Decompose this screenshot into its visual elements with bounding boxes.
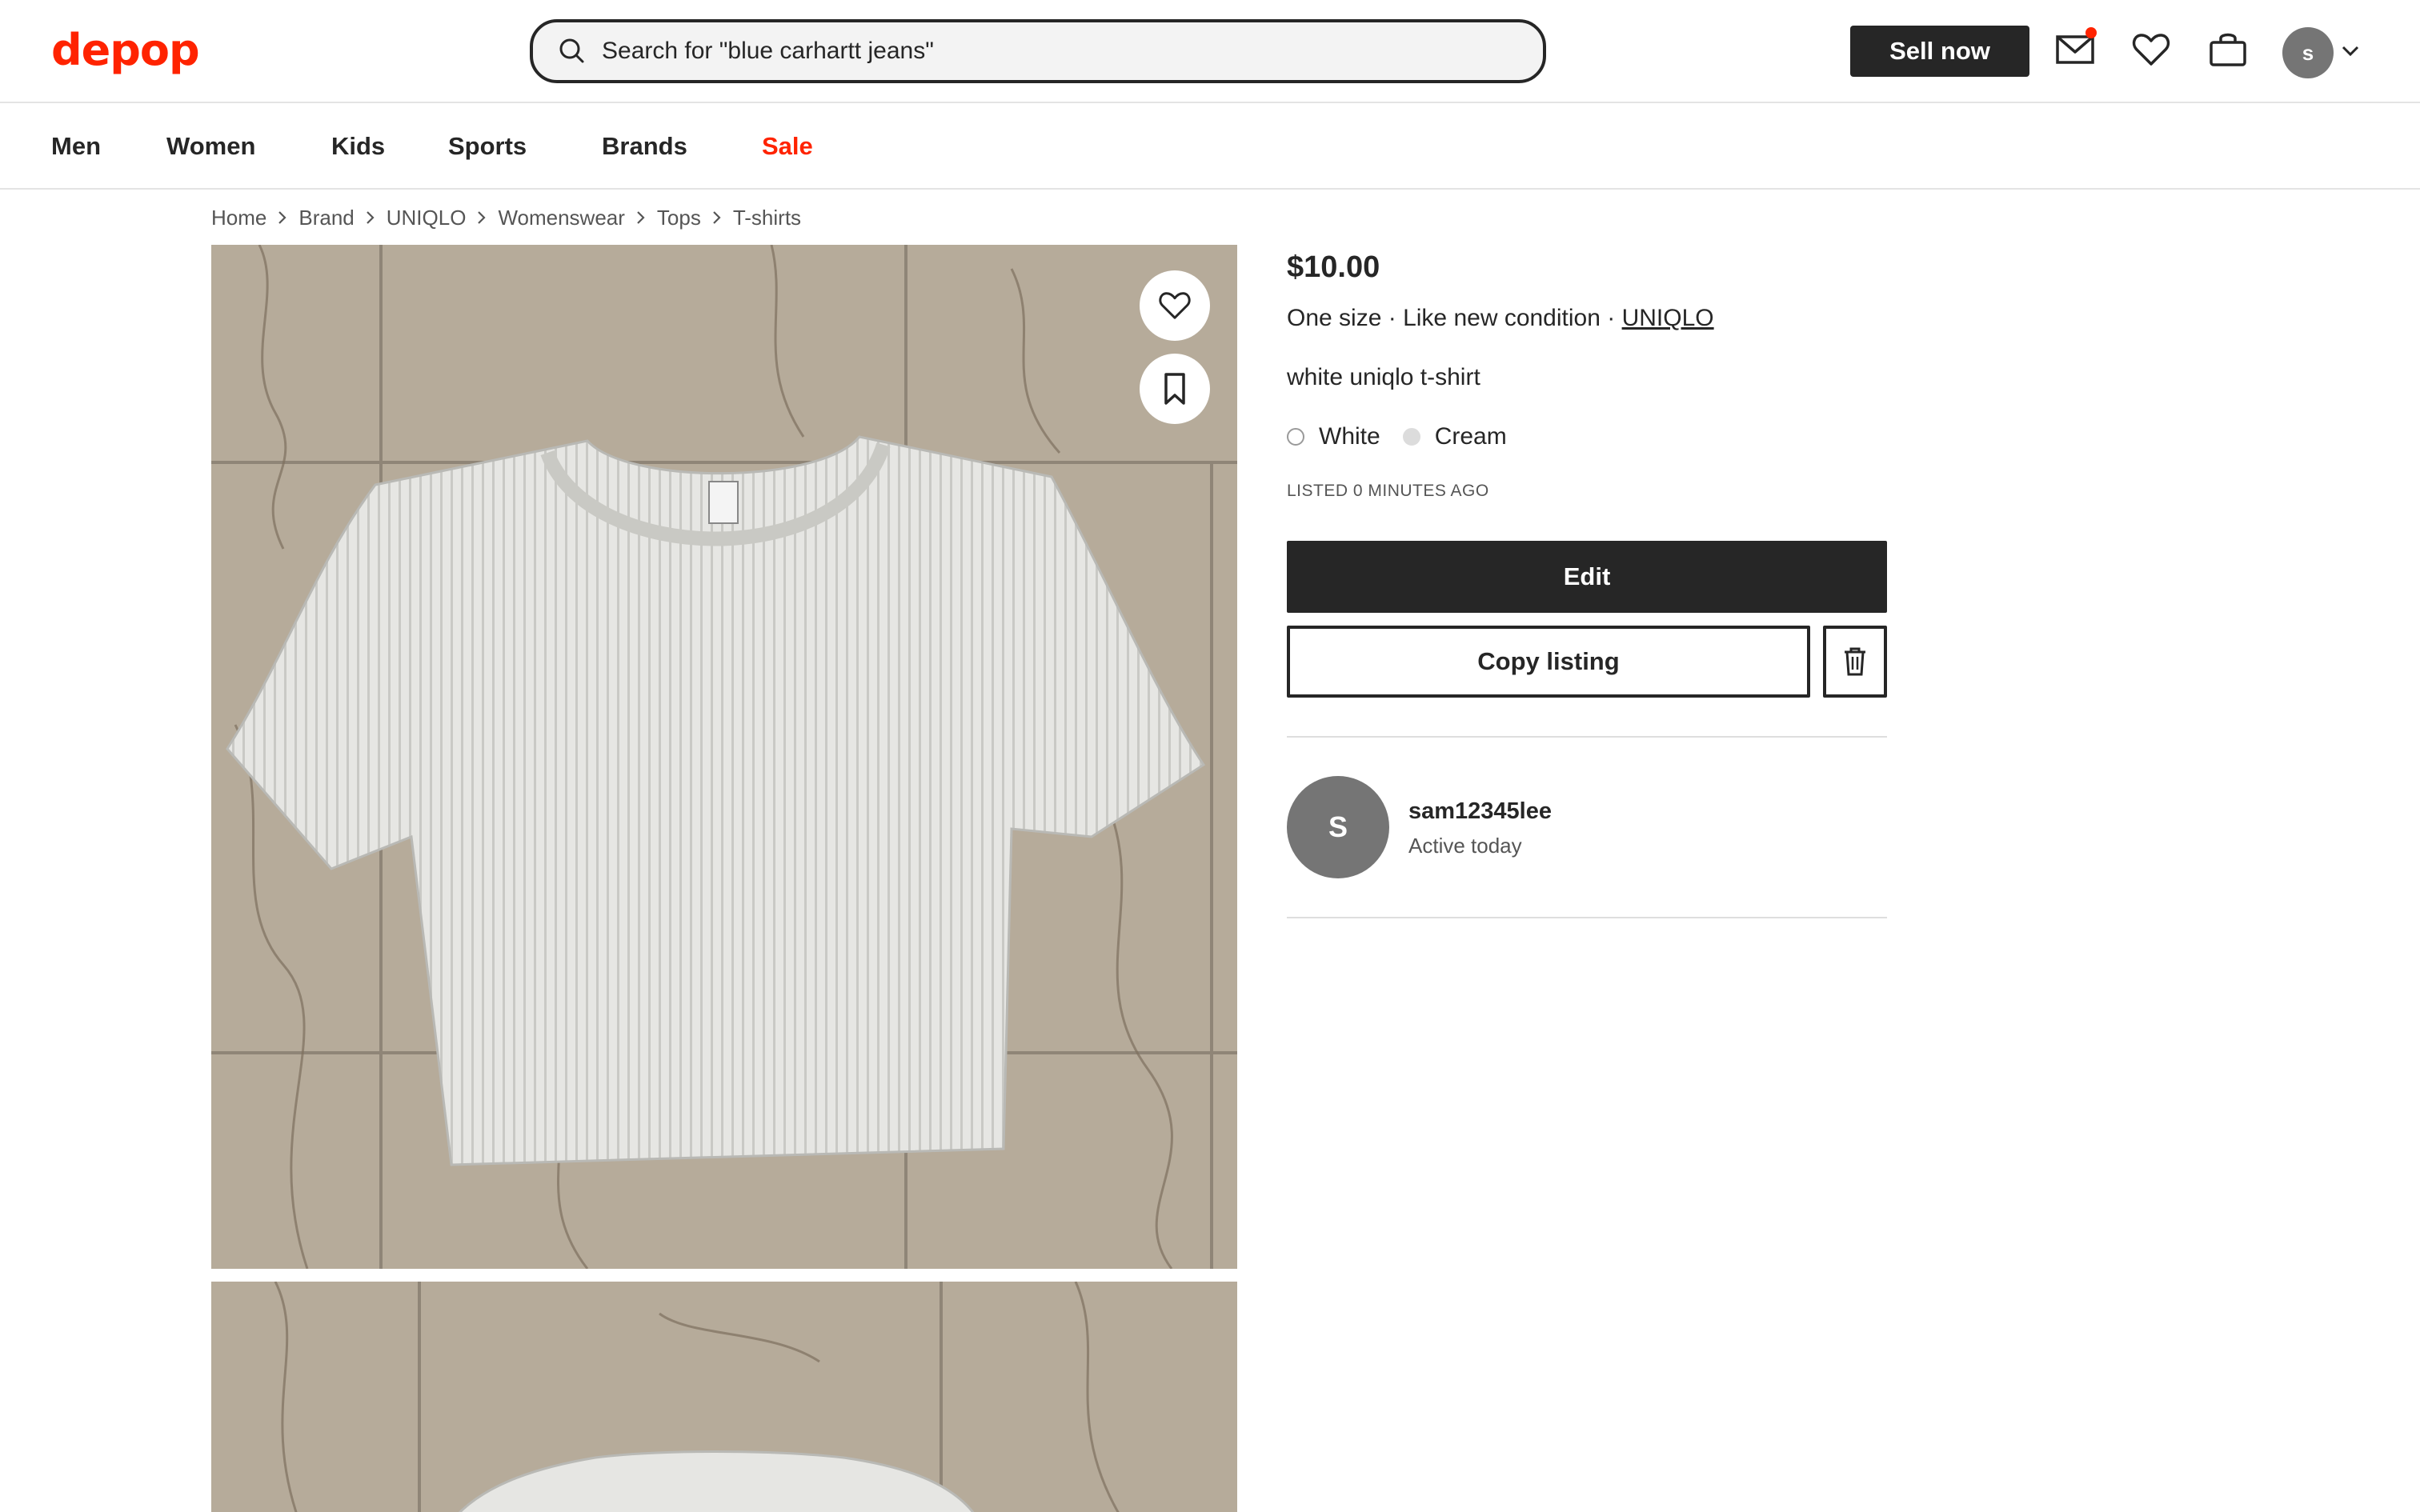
category-nav: Men Women Kids Sports Brands Sale [0, 105, 2420, 190]
heart-icon[interactable] [2130, 29, 2172, 70]
chevron-right-icon [637, 211, 645, 224]
bookmark-icon [1164, 373, 1185, 405]
listing-colors: White Cream [1287, 421, 1507, 453]
delete-button[interactable] [1823, 626, 1887, 698]
seller-avatar[interactable]: S [1287, 776, 1389, 878]
color-swatch-white [1287, 428, 1304, 446]
trash-icon [1845, 647, 1865, 676]
chevron-right-icon [278, 211, 286, 224]
sell-now-button[interactable]: Sell now [1850, 26, 2029, 77]
chevron-right-icon [478, 211, 486, 224]
listing-meta: One size · Like new condition · UNIQLO [1287, 302, 1714, 334]
nav-item-sports[interactable]: Sports [448, 130, 527, 162]
depop-logo[interactable]: depop [51, 24, 200, 77]
color-label-white: White [1319, 423, 1380, 450]
nav-item-women[interactable]: Women [166, 130, 255, 162]
listed-time: LISTED 0 MINUTES AGO [1287, 482, 1489, 500]
listing-description: white uniqlo t-shirt [1287, 364, 1480, 390]
color-swatch-cream [1402, 428, 1420, 446]
listing-brand-link[interactable]: UNIQLO [1622, 305, 1714, 331]
product-photo-main[interactable] [211, 245, 1237, 1269]
breadcrumb-tops[interactable]: Tops [657, 203, 701, 232]
site-header: depop Sell now s [0, 0, 2420, 103]
product-photo-secondary[interactable] [211, 1282, 1237, 1512]
search-input[interactable] [602, 38, 1482, 65]
meta-separator: · [1388, 305, 1396, 331]
breadcrumb-home[interactable]: Home [211, 203, 266, 232]
search-icon [559, 38, 584, 63]
notification-dot [2085, 27, 2097, 38]
nav-item-brands[interactable]: Brands [602, 130, 687, 162]
meta-separator: · [1607, 305, 1616, 331]
listing-condition: Like new condition [1403, 305, 1601, 331]
nav-item-kids[interactable]: Kids [331, 130, 385, 162]
chevron-down-icon[interactable] [2342, 45, 2359, 58]
breadcrumb-brand[interactable]: Brand [298, 203, 354, 232]
breadcrumb-tshirts[interactable]: T-shirts [733, 203, 801, 232]
tshirt-photo [211, 245, 1237, 1269]
nav-item-men[interactable]: Men [51, 130, 101, 162]
breadcrumb: Home Brand UNIQLO Womenswear Tops T-shir… [211, 203, 801, 232]
listing-price: $10.00 [1287, 250, 1380, 284]
like-button[interactable] [1140, 270, 1210, 341]
user-avatar[interactable]: s [2282, 27, 2334, 78]
breadcrumb-uniqlo[interactable]: UNIQLO [387, 203, 467, 232]
seller-status: Active today [1408, 834, 1522, 858]
bag-icon[interactable] [2207, 29, 2249, 70]
seller-username[interactable]: sam12345lee [1408, 797, 1552, 826]
heart-icon [1159, 292, 1191, 319]
edit-button[interactable]: Edit [1287, 541, 1887, 613]
section-divider [1287, 917, 1887, 918]
chevron-right-icon [713, 211, 721, 224]
copy-listing-button[interactable]: Copy listing [1287, 626, 1810, 698]
search-bar[interactable] [530, 19, 1546, 83]
nav-item-sale[interactable]: Sale [762, 130, 813, 162]
breadcrumb-womenswear[interactable]: Womenswear [498, 203, 624, 232]
section-divider [1287, 736, 1887, 738]
chevron-right-icon [366, 211, 375, 224]
save-button[interactable] [1140, 354, 1210, 424]
tshirt-photo [211, 1282, 1237, 1512]
color-label-cream: Cream [1434, 423, 1507, 450]
listing-size: One size [1287, 305, 1382, 331]
